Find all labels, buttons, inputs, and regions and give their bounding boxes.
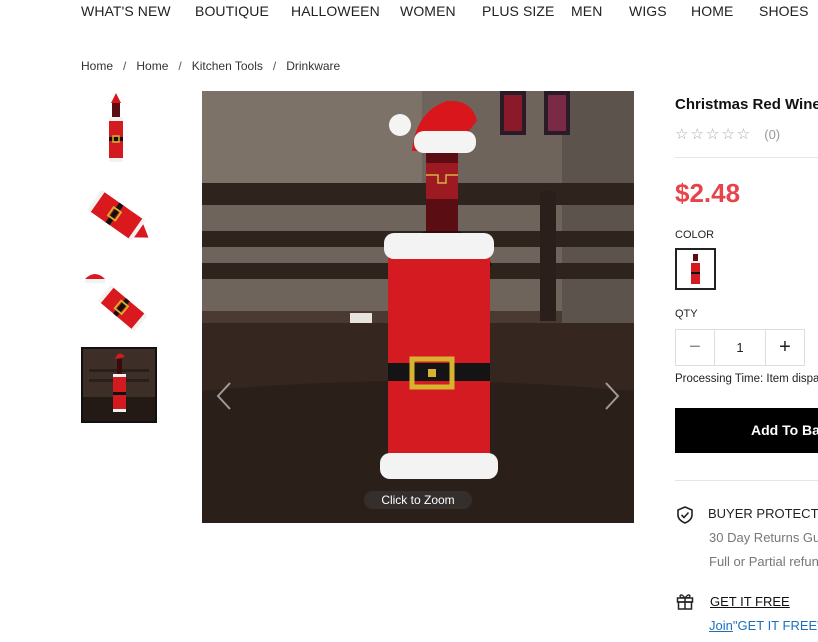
divider	[675, 480, 818, 481]
product-info-panel: Christmas Red Wine Bottle Cover ☆☆☆☆☆ (0)…	[675, 0, 818, 642]
chevron-right-icon[interactable]	[604, 381, 620, 411]
breadcrumb-separator: /	[272, 59, 277, 73]
review-count: (0)	[764, 127, 781, 142]
click-to-zoom-button[interactable]: Click to Zoom	[364, 491, 472, 509]
get-it-free-link[interactable]: GET IT FREE	[710, 594, 790, 609]
color-swatch-selected[interactable]	[675, 248, 716, 290]
breadcrumb-separator: /	[178, 59, 182, 73]
nav-boutique[interactable]: BOUTIQUE	[195, 3, 269, 19]
join-get-it-free: Join"GET IT FREE"	[709, 618, 818, 633]
buyer-protection-returns: 30 Day Returns Guaranteed	[709, 530, 818, 545]
breadcrumb-home[interactable]: Home	[81, 59, 113, 73]
thumbnail-bottle-cover[interactable]	[81, 91, 157, 167]
chevron-left-icon[interactable]	[216, 381, 232, 411]
thumbnail-cover-on-table[interactable]	[81, 347, 157, 423]
product-rating[interactable]: ☆☆☆☆☆ (0)	[675, 125, 780, 144]
breadcrumb-home-category[interactable]: Home	[136, 59, 168, 73]
buyer-protection-refund: Full or Partial refund	[709, 554, 818, 569]
processing-time: Processing Time: Item dispatched	[675, 373, 818, 385]
quantity-stepper: − 1 +	[675, 329, 805, 366]
breadcrumb-separator: /	[123, 59, 127, 73]
product-title: Christmas Red Wine Bottle Cover	[675, 96, 818, 113]
buyer-protection-title: BUYER PROTECTION	[708, 506, 818, 521]
breadcrumb-drinkware[interactable]: Drinkware	[286, 59, 340, 73]
nav-halloween[interactable]: HALLOWEEN	[291, 3, 380, 19]
qty-input[interactable]: 1	[714, 330, 766, 365]
nav-wigs[interactable]: WIGS	[629, 3, 667, 19]
qty-label: QTY	[675, 308, 698, 320]
nav-men[interactable]: MEN	[571, 3, 602, 19]
join-program-name: "GET IT FREE"	[732, 618, 818, 633]
breadcrumb-kitchen-tools[interactable]: Kitchen Tools	[192, 59, 263, 73]
nav-plus-size[interactable]: PLUS SIZE	[482, 3, 554, 19]
join-link[interactable]: Join	[709, 618, 733, 633]
star-rating-icons: ☆☆☆☆☆	[675, 126, 753, 143]
thumbnail-flat-cover[interactable]	[81, 179, 157, 255]
nav-whats-new[interactable]: WHAT'S NEW	[81, 3, 171, 19]
qty-decrease-button[interactable]: −	[676, 330, 714, 365]
color-label: COLOR	[675, 229, 715, 241]
qty-increase-button[interactable]: +	[766, 330, 804, 365]
thumbnail-cover-with-hat[interactable]	[81, 267, 157, 343]
nav-women[interactable]: WOMEN	[400, 3, 456, 19]
breadcrumb: Home / Home / Kitchen Tools / Drinkware	[81, 59, 340, 73]
wine-bottle-santa-photo	[202, 91, 634, 523]
shield-check-icon	[677, 506, 693, 524]
product-price: $2.48	[675, 178, 741, 208]
gift-icon	[676, 594, 694, 610]
main-product-image[interactable]	[202, 91, 634, 523]
divider	[675, 157, 818, 158]
add-to-bag-button[interactable]: Add To Bag	[675, 408, 818, 453]
swatch-bottle-image	[691, 254, 700, 284]
